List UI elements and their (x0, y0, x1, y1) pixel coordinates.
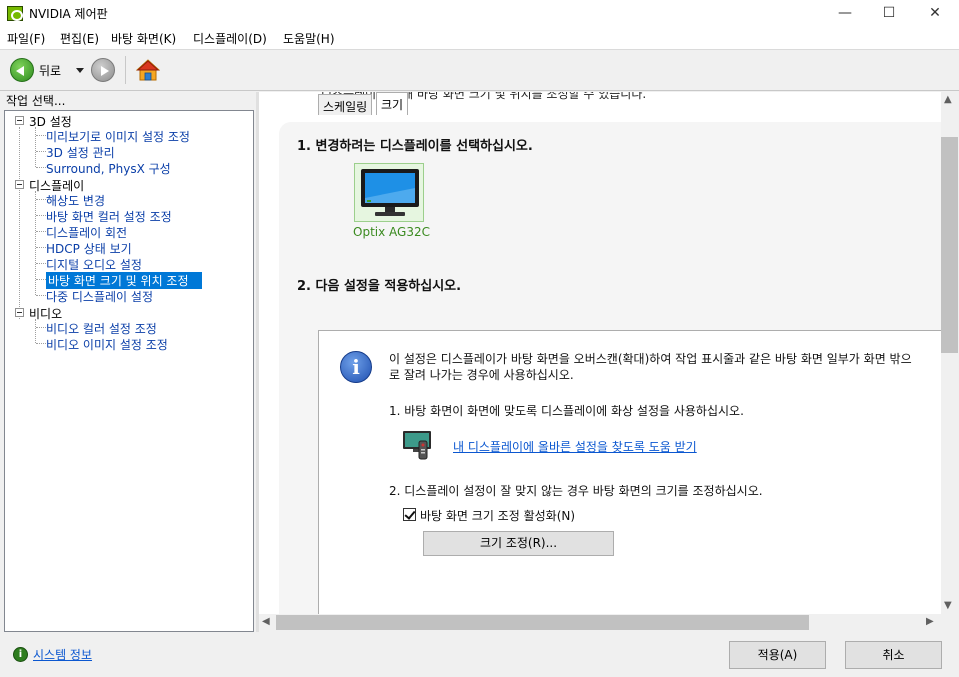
tree-connector (36, 135, 46, 136)
tree-connector (36, 279, 46, 280)
scroll-down-icon[interactable]: ▼ (944, 600, 952, 611)
tree-item-video-image[interactable]: 비디오 이미지 설정 조정 (46, 336, 168, 353)
menu-file[interactable]: 파일(F) (7, 30, 45, 47)
tree-item-desktop-color[interactable]: 바탕 화면 컬러 설정 조정 (46, 208, 172, 225)
menu-help[interactable]: 도움말(H) (283, 30, 335, 47)
content-panel: 디스플레이에 대해 바탕 화면 크기 및 위치를 조정할 수 있습니다. 1. … (259, 92, 941, 614)
menu-desktop[interactable]: 바탕 화면(K) (111, 30, 176, 47)
tree-item-hdcp-status[interactable]: HDCP 상태 보기 (46, 240, 132, 257)
task-tree[interactable]: 3D 설정 미리보기로 이미지 설정 조정 3D 설정 관리 Surround,… (4, 110, 254, 632)
tree-item-digital-audio[interactable]: 디지털 오디오 설정 (46, 256, 142, 273)
tree-item-desktop-size-position[interactable]: 바탕 화면 크기 및 위치 조정 (46, 272, 202, 289)
task-select-header: 작업 선택... (6, 94, 66, 108)
toolbar-separator (125, 56, 126, 84)
display-name-label: Optix AG32C (353, 225, 430, 239)
back-arrow-icon[interactable] (10, 58, 34, 82)
display-help-link[interactable]: 내 디스플레이에 올바른 설정을 찾도록 도움 받기 (453, 438, 697, 455)
minimize-button[interactable]: — (822, 0, 868, 27)
tree-connector (36, 263, 46, 264)
tab-scaling[interactable]: 스케일링 (318, 94, 373, 115)
tree-item-multiple-displays[interactable]: 다중 디스플레이 설정 (46, 288, 153, 305)
step1-text: 1. 바탕 화면이 화면에 맞도록 디스플레이에 화상 설정을 사용하십시오. (389, 404, 744, 418)
system-info-link[interactable]: 시스템 정보 (33, 646, 92, 663)
tree-connector (36, 343, 46, 344)
maximize-button[interactable]: ☐ (866, 0, 912, 27)
resize-button[interactable]: 크기 조정(R)... (423, 531, 614, 556)
tree-connector (36, 151, 46, 152)
tree-item-change-resolution[interactable]: 해상도 변경 (46, 192, 105, 209)
scroll-left-icon[interactable]: ◀ (262, 616, 270, 627)
menu-edit[interactable]: 편집(E) (60, 30, 99, 47)
section-apply-settings-title: 2. 다음 설정을 적용하십시오. (297, 279, 462, 294)
title-bar: NVIDIA 제어판 — ☐ ✕ (0, 0, 959, 27)
collapse-icon[interactable] (15, 308, 24, 317)
home-icon[interactable] (136, 59, 160, 81)
tree-item-rotate-display[interactable]: 디스플레이 회전 (46, 224, 127, 241)
enable-resize-label[interactable]: 바탕 화면 크기 조정 활성화(N) (420, 507, 575, 524)
menu-bar: 파일(F) 편집(E) 바탕 화면(K) 디스플레이(D) 도움말(H) (0, 27, 959, 49)
tree-connector (36, 215, 46, 216)
tree-item-video-color[interactable]: 비디오 컬러 설정 조정 (46, 320, 157, 337)
enable-resize-checkbox[interactable] (403, 508, 416, 521)
horizontal-scrollbar-thumb[interactable] (276, 615, 809, 630)
info-icon: i (340, 351, 372, 383)
window-title: NVIDIA 제어판 (29, 7, 108, 21)
history-dropdown-icon[interactable] (76, 68, 84, 73)
tree-connector (36, 295, 46, 296)
close-button[interactable]: ✕ (912, 0, 958, 27)
tree-connector (35, 319, 36, 343)
forward-arrow-icon[interactable] (91, 58, 115, 82)
cancel-button[interactable]: 취소 (845, 641, 942, 669)
monitor-icon (361, 169, 419, 216)
tree-connector (35, 127, 36, 167)
system-info-icon: i (13, 647, 28, 662)
collapse-icon[interactable] (15, 180, 24, 189)
display-tile[interactable] (354, 163, 424, 222)
info-description: 이 설정은 디스플레이가 바탕 화면을 오버스캔(확대)하여 작업 표시줄과 같… (389, 352, 912, 382)
tree-item-manage-3d-settings[interactable]: 3D 설정 관리 (46, 144, 115, 161)
apply-button[interactable]: 적용(A) (729, 641, 826, 669)
tree-connector (36, 199, 46, 200)
nvidia-control-panel-window: NVIDIA 제어판 — ☐ ✕ 파일(F) 편집(E) 바탕 화면(K) 디스… (0, 0, 959, 677)
section-select-display-title: 1. 변경하려는 디스플레이를 선택하십시오. (297, 139, 533, 154)
vertical-scrollbar-thumb[interactable] (941, 137, 958, 353)
nvidia-app-icon (7, 6, 23, 21)
toolbar: 뒤로 (0, 49, 959, 91)
tree-connector (36, 247, 46, 248)
scroll-up-icon[interactable]: ▲ (944, 94, 952, 105)
tree-connector (19, 127, 20, 319)
tree-item-surround-physx[interactable]: Surround, PhysX 구성 (46, 160, 171, 177)
tree-item-preview-image-settings[interactable]: 미리보기로 이미지 설정 조정 (46, 128, 190, 145)
tree-connector (36, 231, 46, 232)
scroll-right-icon[interactable]: ▶ (926, 616, 934, 627)
tab-size[interactable]: 크기 (376, 92, 409, 115)
tree-connector (36, 167, 46, 168)
tree-connector (36, 327, 46, 328)
step2-text: 2. 디스플레이 설정이 잘 맞지 않는 경우 바탕 화면의 크기를 조정하십시… (389, 484, 763, 498)
back-button-label[interactable]: 뒤로 (39, 62, 61, 79)
collapse-icon[interactable] (15, 116, 24, 125)
tv-remote-icon (403, 431, 431, 460)
menu-display[interactable]: 디스플레이(D) (193, 30, 267, 47)
